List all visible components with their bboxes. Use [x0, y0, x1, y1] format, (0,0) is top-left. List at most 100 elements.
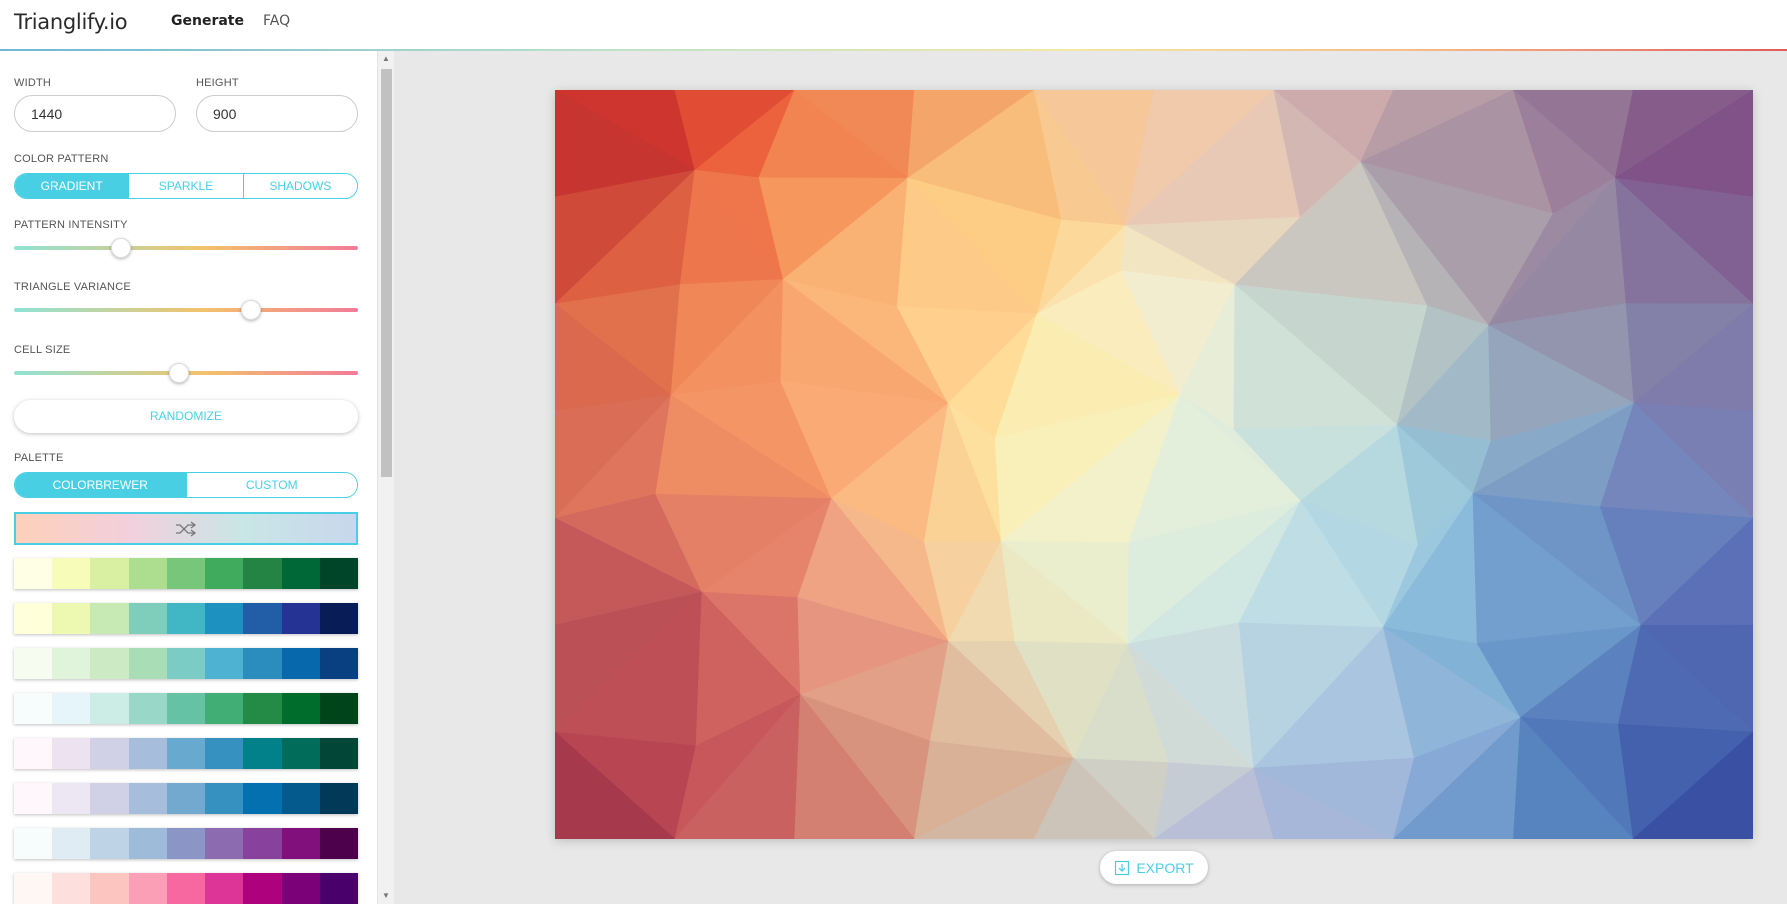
palette-swatch	[90, 648, 129, 679]
sidebar-scrollbar[interactable]: ▲ ▼	[377, 51, 394, 904]
palette-swatch	[90, 828, 129, 859]
triangle-variance-slider[interactable]	[14, 300, 358, 320]
cell-size-label: CELL SIZE	[14, 344, 71, 356]
palette-swatch	[205, 603, 244, 634]
palette-colorbrewer-button[interactable]: COLORBREWER	[15, 473, 187, 497]
triangle-variance-label: TRIANGLE VARIANCE	[14, 281, 131, 293]
palette-swatch	[52, 828, 91, 859]
palette-swatch	[319, 558, 358, 589]
palette-swatch	[281, 828, 320, 859]
pattern-sparkle-button[interactable]: SPARKLE	[129, 174, 244, 198]
palette-swatch	[243, 693, 282, 724]
palette-swatch	[128, 693, 167, 724]
palette-swatch	[319, 783, 358, 814]
palette-swatch	[14, 693, 53, 724]
palette-swatch	[281, 603, 320, 634]
slider-handle[interactable]	[169, 363, 190, 383]
top-navbar: Trianglify.io Generate FAQ	[0, 0, 1787, 51]
palette-swatch	[281, 648, 320, 679]
palette-swatch	[52, 738, 91, 769]
palette-option-1[interactable]	[14, 558, 358, 589]
palette-swatch	[243, 873, 282, 904]
palette-swatch	[128, 738, 167, 769]
palette-swatch	[90, 693, 129, 724]
pattern-gradient-button[interactable]: GRADIENT	[15, 174, 130, 198]
export-label: EXPORT	[1136, 859, 1194, 876]
palette-swatch	[205, 783, 244, 814]
scroll-up-icon[interactable]: ▲	[378, 51, 394, 67]
current-palette-preview[interactable]	[14, 512, 358, 545]
randomize-button[interactable]: RANDOMIZE	[14, 400, 358, 433]
palette-swatch	[14, 873, 53, 904]
pattern-shadows-button[interactable]: SHADOWS	[243, 174, 357, 198]
cell-size-slider[interactable]	[14, 363, 358, 383]
width-label: WIDTH	[14, 77, 52, 89]
palette-swatch	[243, 603, 282, 634]
palette-swatch	[319, 828, 358, 859]
scroll-down-icon[interactable]: ▼	[378, 888, 394, 904]
palette-swatch	[14, 738, 53, 769]
palette-swatch	[281, 558, 320, 589]
palette-swatch	[243, 558, 282, 589]
palette-swatch	[128, 648, 167, 679]
palette-custom-button[interactable]: CUSTOM	[186, 473, 357, 497]
palette-option-3[interactable]	[14, 648, 358, 679]
palette-swatch	[166, 738, 206, 769]
palette-swatch	[128, 783, 167, 814]
palette-swatch	[14, 648, 53, 679]
slider-handle[interactable]	[241, 300, 262, 320]
nav-faq[interactable]: FAQ	[263, 13, 290, 29]
palette-swatch	[243, 738, 282, 769]
palette-swatch	[90, 603, 129, 634]
palette-swatch	[319, 738, 358, 769]
palette-swatch	[128, 828, 167, 859]
palette-swatch	[319, 648, 358, 679]
height-input[interactable]	[196, 95, 358, 132]
palette-option-6[interactable]	[14, 783, 358, 814]
export-button[interactable]: EXPORT	[1100, 851, 1208, 884]
slider-track	[14, 246, 358, 250]
palette-swatch	[14, 783, 53, 814]
palette-swatch	[90, 873, 129, 904]
palette-swatch	[205, 738, 244, 769]
palette-swatch	[319, 603, 358, 634]
palette-swatch	[166, 648, 206, 679]
palette-swatch	[281, 783, 320, 814]
palette-swatch	[319, 693, 358, 724]
palette-swatch	[166, 783, 206, 814]
palette-swatch	[205, 648, 244, 679]
slider-handle[interactable]	[110, 238, 131, 258]
scrollbar-thumb[interactable]	[381, 69, 392, 477]
pattern-intensity-label: PATTERN INTENSITY	[14, 219, 128, 231]
triangle-pattern-image	[555, 90, 1753, 839]
color-pattern-label: COLOR PATTERN	[14, 153, 109, 165]
palette-swatch	[281, 693, 320, 724]
pattern-preview	[555, 90, 1753, 839]
height-label: HEIGHT	[196, 77, 239, 89]
palette-option-2[interactable]	[14, 603, 358, 634]
palette-swatch	[166, 558, 206, 589]
palette-option-8[interactable]	[14, 873, 358, 904]
palette-swatch	[52, 558, 91, 589]
brand-logo[interactable]: Trianglify.io	[14, 10, 128, 34]
color-pattern-toggle: GRADIENT SPARKLE SHADOWS	[14, 173, 358, 199]
palette-option-7[interactable]	[14, 828, 358, 859]
palette-swatch	[14, 603, 53, 634]
palette-swatch	[14, 828, 53, 859]
nav-generate[interactable]: Generate	[171, 13, 244, 29]
palette-swatch	[281, 873, 320, 904]
palette-swatch	[205, 558, 244, 589]
palette-option-4[interactable]	[14, 693, 358, 724]
palette-option-5[interactable]	[14, 738, 358, 769]
palette-source-toggle: COLORBREWER CUSTOM	[14, 472, 358, 498]
palette-swatch	[205, 873, 244, 904]
palette-swatch	[243, 783, 282, 814]
palette-swatch	[205, 828, 244, 859]
palette-swatch	[243, 648, 282, 679]
width-input[interactable]	[14, 95, 176, 132]
pattern-intensity-slider[interactable]	[14, 238, 358, 258]
palette-label: PALETTE	[14, 452, 64, 464]
palette-swatch	[205, 693, 244, 724]
palette-swatch	[52, 873, 91, 904]
palette-swatch	[166, 828, 206, 859]
